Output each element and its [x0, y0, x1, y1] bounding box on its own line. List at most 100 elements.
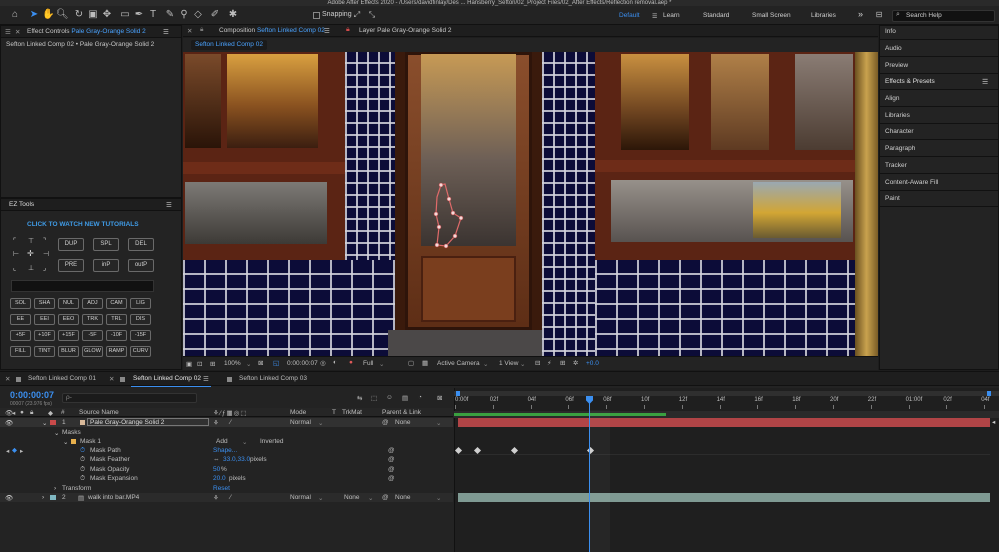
- ez-cam-button[interactable]: CAM: [106, 298, 127, 309]
- mask-feather-value[interactable]: 33.0,33.0: [223, 456, 250, 463]
- pick-whip-icon[interactable]: @: [388, 456, 395, 463]
- mask-inverted-checkbox[interactable]: Inverted: [260, 438, 284, 445]
- ez-ee-button[interactable]: EE: [10, 314, 31, 325]
- parent-dropdown[interactable]: None: [395, 419, 411, 426]
- work-area-end-handle[interactable]: [987, 391, 991, 396]
- chevron-down-icon[interactable]: ⌄: [368, 494, 373, 502]
- timeline-tab-comp-03[interactable]: Sefton Linked Comp 03: [239, 375, 307, 382]
- fast-previews-icon[interactable]: ⚡: [547, 359, 552, 367]
- del-button[interactable]: DEL: [128, 238, 154, 251]
- visibility-eye-icon[interactable]: 👁︎: [5, 494, 13, 502]
- resolution-dropdown[interactable]: Full: [363, 360, 373, 367]
- mask-mode-dropdown[interactable]: Add: [216, 438, 228, 445]
- ez-15f-button[interactable]: +15F: [58, 330, 79, 341]
- info-panel-header[interactable]: Info: [885, 28, 896, 35]
- pre-button[interactable]: PRE: [58, 259, 84, 272]
- close-icon[interactable]: ✕: [109, 375, 114, 383]
- preview-panel-header[interactable]: Preview: [885, 62, 908, 69]
- color-channel-icon[interactable]: ●: [349, 359, 353, 366]
- composition-viewer[interactable]: [183, 52, 878, 356]
- viewer-timecode[interactable]: 0:00:00:07: [287, 360, 318, 367]
- layer-2-duration-bar[interactable]: [458, 493, 990, 502]
- inp-button[interactable]: inP: [93, 259, 119, 272]
- mask-visibility-icon[interactable]: ◱: [273, 359, 279, 367]
- flowchart-icon[interactable]: ⊞: [560, 359, 565, 367]
- dup-button[interactable]: DUP: [58, 238, 84, 251]
- work-area-bar[interactable]: [454, 391, 999, 396]
- chevron-down-icon[interactable]: ⌄: [436, 494, 441, 502]
- timeline-tab-comp-02[interactable]: Sefton Linked Comp 02: [133, 375, 201, 382]
- graph-editor-icon[interactable]: ⊠: [437, 394, 442, 402]
- workspace-learn[interactable]: Learn: [663, 12, 680, 19]
- visibility-eye-icon[interactable]: 👁︎: [5, 419, 13, 427]
- layer-end-nav-icon[interactable]: ◂: [992, 418, 995, 426]
- mask-color-swatch[interactable]: [71, 439, 76, 444]
- character-panel-header[interactable]: Character: [885, 128, 914, 135]
- anchor-bottom-right-icon[interactable]: ⌟: [43, 264, 46, 272]
- pan-behind-tool-icon[interactable]: ✥: [101, 9, 113, 21]
- chevron-down-icon[interactable]: ⌄: [246, 360, 251, 368]
- roto-brush-tool-icon[interactable]: ✐: [209, 9, 221, 21]
- libraries-panel-header[interactable]: Libraries: [885, 112, 910, 119]
- ez-tools-input[interactable]: [11, 280, 154, 292]
- anchor-bottom-icon[interactable]: ⊥: [28, 264, 34, 272]
- composition-tab[interactable]: Composition Sefton Linked Comp 02: [219, 27, 325, 34]
- panel-menu-icon[interactable]: ☰: [163, 28, 169, 36]
- expand-chevron-icon[interactable]: ⌄: [63, 438, 68, 446]
- camera-dropdown[interactable]: Active Camera: [437, 360, 480, 367]
- ez-trl-button[interactable]: TRL: [106, 314, 127, 325]
- always-preview-icon[interactable]: ▣: [186, 360, 192, 368]
- workspace-small-screen[interactable]: Small Screen: [752, 12, 791, 19]
- panel-menu-icon[interactable]: ☰: [982, 78, 988, 86]
- ez-nul-button[interactable]: NUL: [58, 298, 79, 309]
- mask-path-overlay[interactable]: [183, 52, 878, 356]
- view-options-icon[interactable]: ⊞: [210, 360, 215, 368]
- anchor-right-icon[interactable]: ⊣: [43, 250, 49, 258]
- playhead-line[interactable]: [589, 397, 590, 552]
- chevron-down-icon[interactable]: ⌄: [318, 419, 323, 427]
- ez-blur-button[interactable]: BLUR: [58, 346, 79, 357]
- ez-5f-button[interactable]: +5F: [10, 330, 31, 341]
- next-keyframe-icon[interactable]: ▸: [20, 447, 23, 455]
- anchor-point-grid[interactable]: ⌜ ⊤ ⌝ ⊢ ✛ ⊣ ⌞ ⊥ ⌟: [13, 237, 50, 274]
- chevron-down-icon[interactable]: ⌄: [520, 360, 525, 368]
- ez-tint-button[interactable]: TINT: [34, 346, 55, 357]
- clone-stamp-tool-icon[interactable]: ⚲: [178, 9, 190, 21]
- audio-panel-header[interactable]: Audio: [885, 45, 902, 52]
- anchor-top-right-icon[interactable]: ⌝: [43, 237, 46, 245]
- monitor-icon[interactable]: ⊡: [197, 360, 202, 368]
- pick-whip-icon[interactable]: @: [388, 447, 395, 454]
- shy-switch-icon[interactable]: ⚘: [213, 494, 219, 502]
- work-area-start-handle[interactable]: [456, 391, 460, 396]
- constrain-link-icon[interactable]: ⇔: [213, 456, 220, 463]
- type-tool-icon[interactable]: T: [147, 9, 159, 21]
- views-dropdown[interactable]: 1 View: [499, 360, 518, 367]
- mask-path-value[interactable]: Shape...: [213, 447, 237, 454]
- puppet-pin-tool-icon[interactable]: ✱: [227, 9, 239, 21]
- mask-feather-row[interactable]: ⏱ Mask Feather ⇔ 33.0,33.0 pixels @: [0, 455, 453, 464]
- pick-whip-icon[interactable]: @: [382, 419, 389, 426]
- ez-eei-button[interactable]: EEI: [34, 314, 55, 325]
- layer-label-color[interactable]: [50, 495, 56, 500]
- ez-dis-button[interactable]: DIS: [130, 314, 151, 325]
- panel-menu-icon[interactable]: ☰: [203, 375, 209, 383]
- quality-switch-icon[interactable]: ⁄: [230, 419, 231, 426]
- close-icon[interactable]: ✕: [5, 375, 10, 383]
- lock-icon[interactable]: 🔒︎: [200, 26, 203, 34]
- timeline-search-input[interactable]: [62, 393, 197, 403]
- mask-1-name[interactable]: Mask 1: [80, 438, 101, 445]
- rotate-tool-icon[interactable]: ↻: [73, 9, 85, 21]
- layer-name[interactable]: walk into bar.MP4: [88, 494, 139, 501]
- effects-presets-panel-header[interactable]: Effects & Presets: [885, 78, 935, 85]
- mask-1-row[interactable]: ⌄ Mask 1 Add ⌄ Inverted: [0, 437, 453, 446]
- comp-subtab[interactable]: Sefton Linked Comp 02: [191, 40, 267, 50]
- composition-mini-flowchart-icon[interactable]: ⇆: [357, 394, 362, 402]
- ez-adj-button[interactable]: ADJ: [82, 298, 103, 309]
- ez-sha-button[interactable]: SHA: [34, 298, 55, 309]
- exposure-value[interactable]: +0.0: [586, 360, 599, 367]
- panel-menu-icon[interactable]: ☰: [166, 201, 172, 209]
- selection-tool-icon[interactable]: ➤: [28, 9, 40, 21]
- layer-tab[interactable]: Layer Pale Gray-Orange Solid 2: [359, 27, 452, 34]
- ez-fill-button[interactable]: FILL: [10, 346, 31, 357]
- toggle-pixel-aspect-icon[interactable]: ⊟: [535, 359, 540, 367]
